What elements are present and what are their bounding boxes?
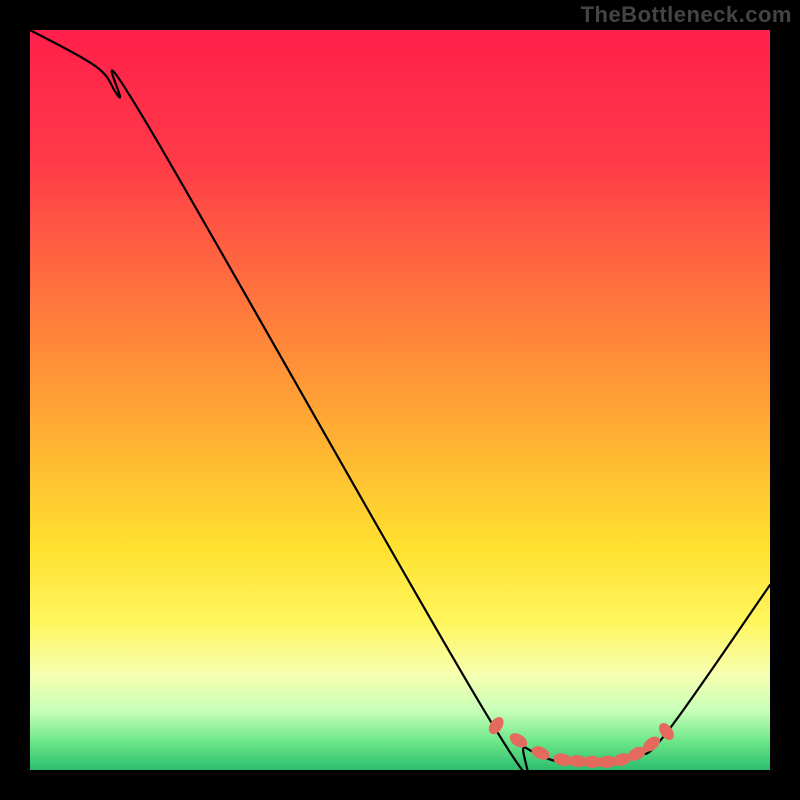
chart-svg [30, 30, 770, 770]
plot-area [30, 30, 770, 770]
gradient-background [30, 30, 770, 770]
watermark-label: TheBottleneck.com [581, 2, 792, 28]
chart-frame: TheBottleneck.com [0, 0, 800, 800]
